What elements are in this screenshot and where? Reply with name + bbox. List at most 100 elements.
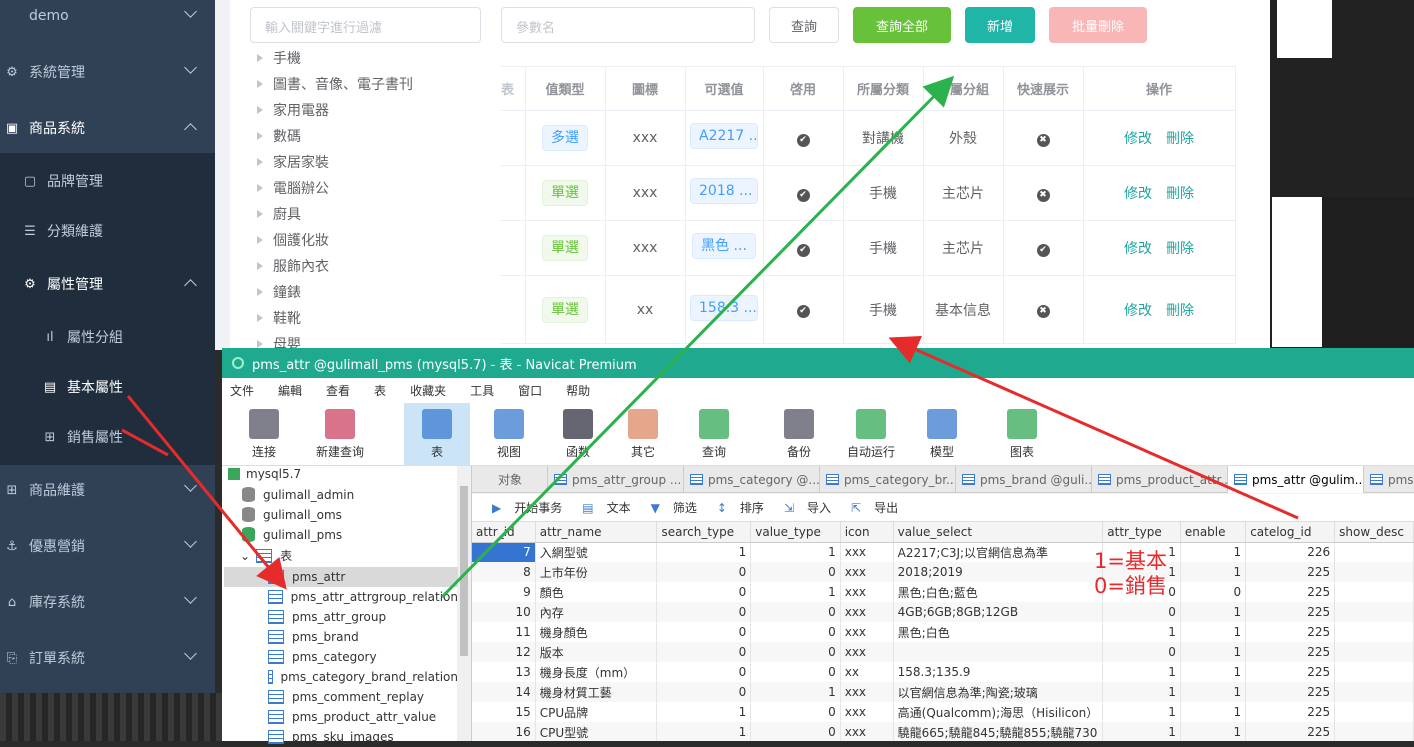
tab[interactable]: pms_attr @gulim... bbox=[1228, 466, 1364, 493]
grid-toolbar-button[interactable]: ▶ 开始事务 bbox=[482, 499, 562, 516]
grid-cell[interactable]: 7 bbox=[472, 542, 536, 562]
grid-cell[interactable]: xx bbox=[840, 662, 894, 682]
grid-cell[interactable]: 12 bbox=[472, 642, 536, 662]
grid-cell[interactable]: 14 bbox=[472, 682, 536, 702]
sidebar-item-brand[interactable]: ▢ 品牌管理 bbox=[0, 153, 215, 209]
grid-cell[interactable]: 顏色 bbox=[535, 582, 658, 602]
tab[interactable]: pms_category_br... bbox=[820, 466, 956, 493]
grid-cell[interactable]: 0 bbox=[656, 642, 752, 662]
edit-link[interactable]: 修改 bbox=[1124, 241, 1152, 257]
grid-toolbar-button[interactable]: ⇲ 导入 bbox=[774, 499, 831, 516]
edit-link[interactable]: 修改 bbox=[1124, 186, 1152, 202]
tab[interactable]: pms_product_attr... bbox=[1092, 466, 1228, 493]
scrollbar-thumb[interactable] bbox=[460, 486, 468, 656]
grid-cell[interactable] bbox=[893, 642, 1104, 662]
query-all-button[interactable]: 查詢全部 bbox=[853, 7, 951, 43]
sidebar-item-order[interactable]: ⎘ 訂單系統 bbox=[0, 630, 215, 686]
toolbar-button[interactable]: 自动运行 bbox=[842, 403, 900, 466]
sidebar-item-attr-group[interactable]: ıl 屬性分組 bbox=[0, 309, 215, 365]
grid-cell[interactable] bbox=[1334, 702, 1414, 722]
grid-cell[interactable]: xxx bbox=[840, 542, 894, 562]
grid-cell[interactable]: 1 bbox=[750, 582, 841, 602]
grid-toolbar-button[interactable]: ▼ 筛选 bbox=[641, 499, 697, 516]
grid-column-header[interactable]: show_desc bbox=[1334, 522, 1414, 543]
grid-cell[interactable]: xxx bbox=[840, 602, 894, 622]
tree-scrollbar[interactable] bbox=[457, 466, 471, 741]
grid-cell[interactable]: 入網型號 bbox=[535, 542, 658, 562]
grid-cell[interactable]: 225 bbox=[1245, 682, 1336, 702]
grid-cell[interactable]: 機身長度（mm） bbox=[535, 662, 658, 682]
toolbar-button[interactable]: 表 bbox=[404, 403, 470, 466]
grid-column-header[interactable]: catelog_id bbox=[1245, 522, 1336, 543]
grid-column-header[interactable]: enable bbox=[1180, 522, 1247, 543]
grid-column-header[interactable]: attr_type bbox=[1102, 522, 1181, 543]
category-tree-node[interactable]: 個護化妝 bbox=[257, 230, 329, 250]
grid-cell[interactable]: xxx bbox=[840, 622, 894, 642]
sidebar-item-base-attr[interactable]: ▤ 基本屬性 bbox=[0, 359, 215, 415]
grid-cell[interactable] bbox=[1334, 642, 1414, 662]
menu-item[interactable]: 文件 bbox=[230, 382, 254, 399]
menu-item[interactable]: 查看 bbox=[326, 382, 350, 399]
grid-cell[interactable]: 0 bbox=[750, 602, 841, 622]
grid-cell[interactable]: 0 bbox=[1180, 582, 1247, 602]
grid-cell[interactable]: 1 bbox=[1102, 722, 1181, 741]
delete-link[interactable]: 刪除 bbox=[1166, 241, 1194, 257]
delete-link[interactable]: 刪除 bbox=[1166, 186, 1194, 202]
grid-cell[interactable]: 0 bbox=[750, 702, 841, 722]
toolbar-button[interactable]: 图表 bbox=[1002, 403, 1042, 466]
grid-column-header[interactable]: value_select bbox=[893, 522, 1104, 543]
grid-cell[interactable]: 1 bbox=[1180, 662, 1247, 682]
menu-item[interactable]: 帮助 bbox=[566, 382, 590, 399]
grid-cell[interactable]: xxx bbox=[840, 702, 894, 722]
toolbar-button[interactable]: 新建查询 bbox=[310, 403, 370, 466]
grid-cell[interactable]: 1 bbox=[1180, 542, 1247, 562]
grid-cell[interactable]: 0 bbox=[656, 602, 752, 622]
menu-item[interactable]: 表 bbox=[374, 382, 386, 399]
grid-cell[interactable]: 0 bbox=[656, 582, 752, 602]
grid-cell[interactable] bbox=[1334, 582, 1414, 602]
table-node[interactable]: pms_attr bbox=[224, 567, 458, 587]
category-tree-node[interactable]: 家居家裝 bbox=[257, 152, 329, 172]
grid-cell[interactable]: 1 bbox=[656, 702, 752, 722]
grid-cell[interactable]: 0 bbox=[750, 622, 841, 642]
sidebar-item-sale-attr[interactable]: ⊞ 銷售屬性 bbox=[0, 409, 215, 465]
grid-cell[interactable]: 225 bbox=[1245, 722, 1336, 741]
tree-filter-input[interactable]: 輸入關鍵字進行過濾 bbox=[250, 7, 481, 43]
grid-cell[interactable]: 225 bbox=[1245, 602, 1336, 622]
grid-cell[interactable]: 1 bbox=[656, 722, 752, 741]
grid-row[interactable]: 13 機身長度（mm） 0 0 xx 158.3;135.9 1 1 225 bbox=[472, 662, 1414, 682]
database-node[interactable]: gulimall_oms bbox=[242, 507, 342, 522]
grid-cell[interactable]: xxx bbox=[840, 682, 894, 702]
database-node[interactable]: gulimall_admin bbox=[242, 487, 354, 502]
category-tree-node[interactable]: 鐘錶 bbox=[257, 282, 301, 302]
tab[interactable]: 对象 bbox=[472, 466, 548, 493]
toolbar-button[interactable]: 模型 bbox=[922, 403, 962, 466]
grid-cell[interactable]: xxx bbox=[840, 582, 894, 602]
batch-delete-button[interactable]: 批量刪除 bbox=[1049, 7, 1147, 43]
table-node[interactable]: pms_comment_replay bbox=[224, 687, 458, 707]
category-tree-node[interactable]: 鞋靴 bbox=[257, 308, 301, 328]
grid-cell[interactable] bbox=[1334, 682, 1414, 702]
grid-cell[interactable]: xxx bbox=[840, 722, 894, 741]
grid-cell[interactable]: 1 bbox=[1180, 702, 1247, 722]
grid-toolbar-button[interactable]: ↕ 排序 bbox=[707, 499, 764, 516]
grid-toolbar-button[interactable]: ⇱ 导出 bbox=[841, 499, 898, 516]
grid-cell[interactable]: 黑色;白色;藍色 bbox=[893, 582, 1104, 602]
grid-cell[interactable]: 以官網信息為準;陶瓷;玻璃 bbox=[893, 682, 1104, 702]
grid-cell[interactable]: 225 bbox=[1245, 622, 1336, 642]
grid-cell[interactable]: 機身材質工藝 bbox=[535, 682, 658, 702]
category-tree-node[interactable]: 服飾內衣 bbox=[257, 256, 329, 276]
grid-cell[interactable]: A2217;C3J;以官網信息為準 bbox=[893, 542, 1104, 562]
menu-item[interactable]: 窗口 bbox=[518, 382, 542, 399]
delete-link[interactable]: 刪除 bbox=[1166, 303, 1194, 319]
grid-cell[interactable]: 8 bbox=[472, 562, 536, 582]
sidebar-item-category[interactable]: ☰ 分類維護 bbox=[0, 203, 215, 259]
grid-column-header[interactable]: icon bbox=[840, 522, 894, 543]
grid-cell[interactable]: 13 bbox=[472, 662, 536, 682]
grid-cell[interactable]: 1 bbox=[1180, 602, 1247, 622]
grid-row[interactable]: 10 內存 0 0 xxx 4GB;6GB;8GB;12GB 0 1 225 bbox=[472, 602, 1414, 622]
grid-cell[interactable]: 9 bbox=[472, 582, 536, 602]
grid-row[interactable]: 14 機身材質工藝 0 1 xxx 以官網信息為準;陶瓷;玻璃 1 1 225 bbox=[472, 682, 1414, 702]
delete-link[interactable]: 刪除 bbox=[1166, 131, 1194, 147]
query-button[interactable]: 查詢 bbox=[769, 7, 839, 43]
